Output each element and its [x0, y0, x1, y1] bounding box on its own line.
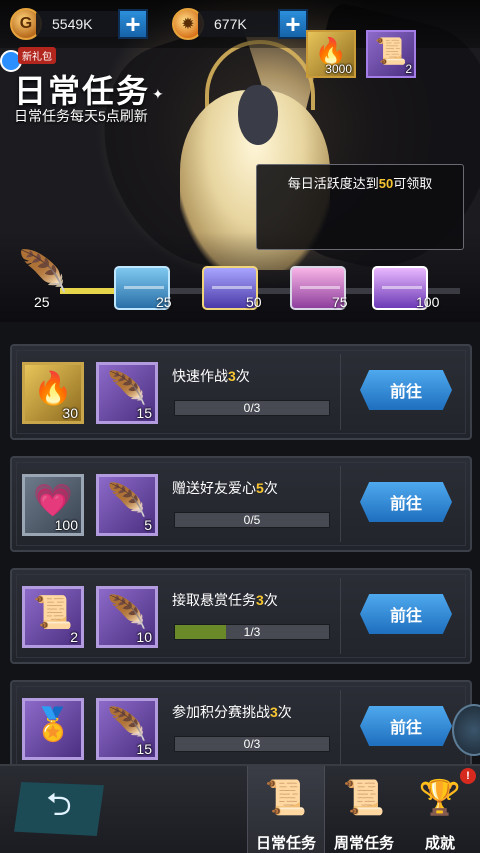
go-button[interactable]: 前往	[360, 482, 452, 522]
task-name: 接取悬赏任务3次	[172, 590, 278, 610]
task-name-text: 快速作战	[172, 368, 228, 384]
gift-pack-label[interactable]: 新礼包	[18, 47, 56, 64]
reward-count: 2	[405, 62, 412, 76]
go-button[interactable]: 前往	[360, 594, 452, 634]
reward-suffix: 可领取	[393, 176, 433, 191]
task-reward-item[interactable]: 🪶 15	[96, 362, 158, 424]
task-reward-item[interactable]: 🏅	[22, 698, 84, 760]
back-button[interactable]: ⮌	[14, 782, 104, 836]
task-name-text: 接取悬赏任务	[172, 592, 256, 608]
task-row: 📜 2 🪶 10 接取悬赏任务3次 1/3 前往	[10, 568, 472, 664]
daily-scroll-icon: 📜	[264, 779, 308, 817]
task-reward-item[interactable]: 🪶 10	[96, 586, 158, 648]
task-reward-count: 30	[62, 405, 78, 421]
add-gold-button[interactable]: +	[118, 9, 148, 39]
flame-key-icon: 🔥	[33, 370, 73, 406]
task-name-text: 参加积分赛挑战	[172, 704, 270, 720]
weekly-scroll-icon: 📜	[342, 779, 386, 817]
feather-icon: 🪶	[107, 594, 147, 630]
task-reward-count: 15	[136, 741, 152, 757]
bottom-nav: ⮌ 📜 日常任务 📜 周常任务 🏆 成就	[0, 764, 480, 853]
divider	[340, 354, 341, 430]
activity-current-points: 25	[34, 294, 50, 310]
sword-medal-icon: 🏅	[33, 706, 73, 742]
page-subtitle: 日常任务每天5点刷新	[14, 108, 148, 124]
task-target-count: 3	[228, 368, 236, 384]
angel-face	[238, 85, 278, 145]
back-arrow-icon: ⮌	[46, 786, 72, 822]
task-name-suffix: 次	[235, 368, 250, 384]
task-target-count: 3	[270, 704, 278, 720]
reward-count: 3000	[325, 62, 352, 76]
tab-weekly-tasks[interactable]: 📜 周常任务	[325, 766, 403, 853]
tab-label: 周常任务	[333, 835, 394, 852]
go-button[interactable]: 前往	[360, 370, 452, 410]
feather-icon: 🪶	[18, 250, 68, 294]
task-reward-count: 5	[144, 517, 152, 533]
divider	[340, 466, 341, 542]
task-reward-count: 2	[70, 629, 78, 645]
task-reward-item[interactable]: 💗 100	[22, 474, 84, 536]
task-name-suffix: 次	[263, 592, 278, 608]
task-progress-text: 0/3	[243, 401, 261, 415]
task-name: 快速作战3次	[172, 366, 250, 386]
heart-icon: 💗	[33, 482, 73, 518]
reward-threshold: 50	[378, 176, 394, 191]
tab-daily-tasks[interactable]: 📜 日常任务	[247, 766, 325, 853]
task-progress-bar: 0/3	[174, 400, 330, 416]
task-progress-text: 0/3	[243, 737, 261, 751]
reward-requirement: 每日活跃度达到50可领取	[257, 173, 463, 192]
divider	[340, 578, 341, 654]
feather-icon: 🪶	[107, 482, 147, 518]
task-row: 💗 100 🪶 5 赠送好友爱心5次 0/5 前往	[10, 456, 472, 552]
task-name-suffix: 次	[263, 480, 278, 496]
reward-item-scroll[interactable]: 📜 2	[366, 30, 416, 78]
task-progress-text: 0/5	[243, 513, 261, 527]
milestone-label: 100	[416, 294, 440, 310]
task-target-count: 3	[256, 592, 264, 608]
task-name-text: 赠送好友爱心	[172, 480, 256, 496]
task-progress-bar: 0/5	[174, 512, 330, 528]
task-reward-count: 10	[136, 629, 152, 645]
task-progress-bar: 0/3	[174, 736, 330, 752]
gold-amount: 5549K	[36, 11, 122, 37]
trophy-icon: 🏆	[418, 779, 462, 817]
task-name-suffix: 次	[277, 704, 292, 720]
add-fire-button[interactable]: +	[278, 9, 308, 39]
task-target-count: 5	[256, 480, 264, 496]
task-row: 🔥 30 🪶 15 快速作战3次 0/3 前往	[10, 344, 472, 440]
reward-prefix: 每日活跃度达到	[287, 176, 379, 191]
feather-icon: 🪶	[107, 706, 147, 742]
activity-reward-popup: 每日活跃度达到50可领取	[256, 164, 464, 250]
milestone-label: 50	[246, 294, 262, 310]
task-reward-count: 100	[54, 517, 78, 533]
task-row: 🏅 🪶 15 参加积分赛挑战3次 0/3 前往	[10, 680, 472, 776]
task-name: 赠送好友爱心5次	[172, 478, 278, 498]
task-name: 参加积分赛挑战3次	[172, 702, 292, 722]
sparkle-icon: ✦	[152, 86, 164, 102]
gold-currency: G 5549K	[10, 8, 122, 40]
task-reward-item[interactable]: 📜 2	[22, 586, 84, 648]
tab-label: 日常任务	[255, 835, 316, 852]
milestone-label: 25	[156, 294, 172, 310]
task-progress-text: 1/3	[243, 625, 261, 639]
divider	[340, 690, 341, 766]
milestone-label: 75	[332, 294, 348, 310]
task-progress-bar: 1/3	[174, 624, 330, 640]
task-reward-count: 15	[136, 405, 152, 421]
go-button[interactable]: 前往	[360, 706, 452, 746]
reward-item-flame-key[interactable]: 🔥 3000	[306, 30, 356, 78]
task-reward-item[interactable]: 🪶 5	[96, 474, 158, 536]
purple-scroll-icon: 📜	[33, 594, 73, 630]
task-reward-item[interactable]: 🔥 30	[22, 362, 84, 424]
feather-icon: 🪶	[107, 370, 147, 406]
tab-label: 成就	[424, 835, 455, 852]
task-reward-item[interactable]: 🪶 15	[96, 698, 158, 760]
notification-badge: !	[460, 768, 476, 784]
